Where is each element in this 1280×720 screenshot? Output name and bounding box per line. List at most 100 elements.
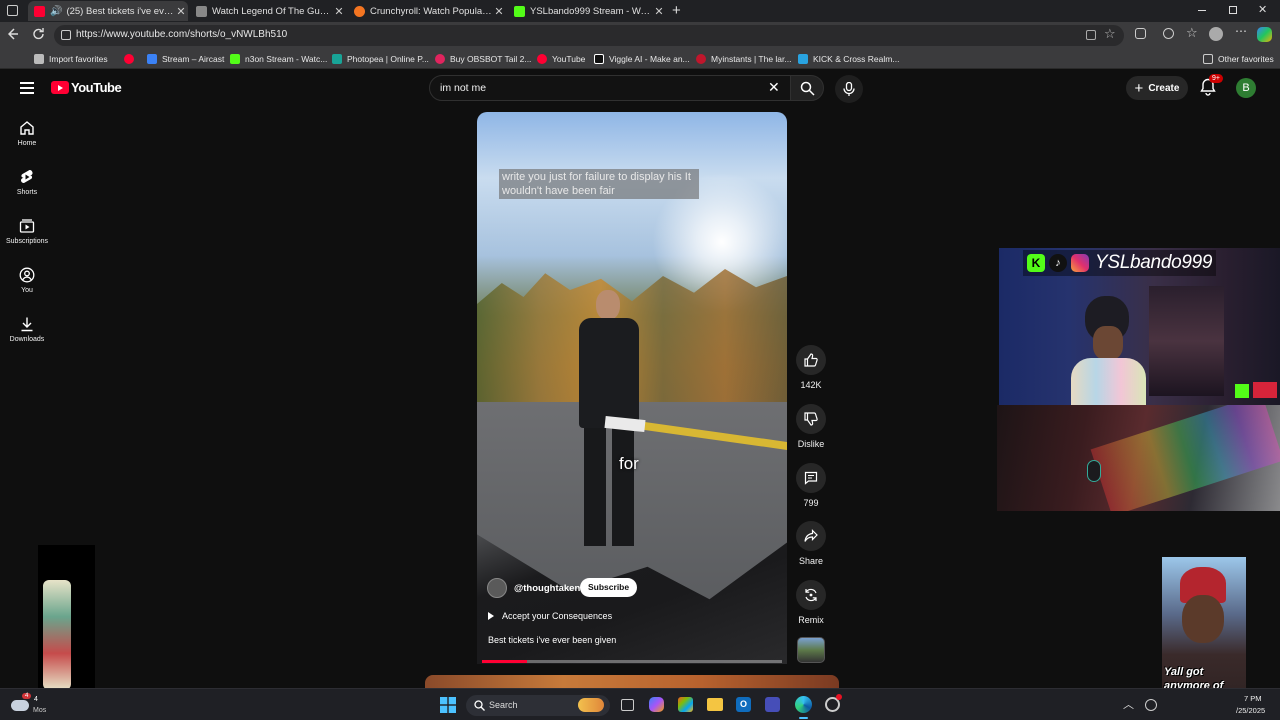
obsbot-favicon-icon <box>435 54 445 64</box>
new-tab-button[interactable]: + <box>672 2 681 19</box>
search-button[interactable] <box>790 75 824 101</box>
tab-legend-guardians[interactable]: Watch Legend Of The Guardians: ✕ <box>190 1 346 21</box>
kick-favicon-icon <box>514 5 525 17</box>
minimize-button[interactable] <box>1198 4 1208 16</box>
keyboard-rgb <box>1090 405 1280 511</box>
sound-link[interactable]: Accept your Consequences <box>488 611 612 621</box>
instagram-logo-icon <box>1071 254 1089 272</box>
dislike-button[interactable] <box>796 404 826 434</box>
channel-name[interactable]: @thoughtaken <box>514 583 580 594</box>
caption-top: write you just for failure to display hi… <box>499 169 699 199</box>
account-avatar[interactable]: B <box>1236 78 1256 98</box>
favorite-aircast[interactable]: Stream – Aircast <box>147 52 224 66</box>
microphone-icon <box>843 82 855 96</box>
notifications-button[interactable]: 9+ <box>1200 74 1223 98</box>
tab-kick-stream[interactable]: YSLbando999 Stream - Watch Liv ✕ <box>508 1 666 21</box>
favorite-viggle[interactable]: Viggle AI - Make an... <box>594 52 690 66</box>
like-button[interactable] <box>796 345 826 375</box>
taskbar-search[interactable]: Search <box>466 695 610 716</box>
more-menu-icon[interactable]: ⋯ <box>1235 24 1247 38</box>
channel-avatar[interactable] <box>487 578 507 598</box>
favorite-youtube[interactable]: YouTube <box>537 52 585 66</box>
favorite-star-icon[interactable]: ☆ <box>1104 26 1116 42</box>
search-input[interactable]: im not me <box>440 82 486 94</box>
clock-time[interactable]: 7 PM <box>1244 694 1262 703</box>
next-short-peek[interactable] <box>425 675 839 688</box>
tab-actions-icon[interactable] <box>7 5 18 16</box>
favorites-icon[interactable]: ☆ <box>1186 25 1198 41</box>
kick-watermark-icon <box>1235 384 1249 398</box>
browser-essentials-icon[interactable] <box>1163 28 1174 39</box>
shorts-video-player[interactable]: write you just for failure to display hi… <box>477 112 787 664</box>
search-highlight-icon <box>578 698 604 712</box>
favorite-photopea[interactable]: Photopea | Online P... <box>332 52 429 66</box>
task-view-icon[interactable] <box>621 699 634 711</box>
profile-avatar-icon[interactable] <box>1209 27 1223 41</box>
close-tab-icon[interactable]: ✕ <box>652 5 666 18</box>
copilot-icon[interactable] <box>1257 27 1272 42</box>
network-icon[interactable] <box>1145 699 1157 711</box>
file-explorer-icon[interactable] <box>707 698 723 711</box>
subscribe-button[interactable]: Subscribe <box>580 578 638 597</box>
like-count: 142K <box>800 380 822 390</box>
youtube-favicon-icon <box>537 54 547 64</box>
tab-crunchyroll[interactable]: Crunchyroll: Watch Popular Anim ✕ <box>348 1 506 21</box>
youtube-favicon-icon <box>34 5 45 17</box>
copilot-taskbar-icon[interactable] <box>649 697 664 712</box>
favorite-youtube-icon-only[interactable] <box>124 52 139 66</box>
back-icon[interactable] <box>8 27 20 41</box>
browser-tab-bar: 🔊 (25) Best tickets i've ever been ✕ Wat… <box>0 0 1280 22</box>
voice-search-button[interactable] <box>835 75 863 103</box>
close-tab-icon[interactable]: ✕ <box>174 5 188 18</box>
tab-title: YSLbando999 Stream - Watch Liv <box>530 5 652 17</box>
remix-button[interactable] <box>796 580 826 610</box>
share-button[interactable] <box>796 521 826 551</box>
share-arrow-icon <box>804 529 818 542</box>
nav-shorts[interactable]: Shorts <box>0 169 54 215</box>
home-icon <box>20 121 34 135</box>
comments-button[interactable] <box>796 463 826 493</box>
remix-icon <box>805 588 817 602</box>
show-hidden-icons[interactable]: ︿ <box>1123 696 1134 712</box>
youtube-logo[interactable]: YouTube <box>51 80 122 95</box>
progress-track[interactable] <box>482 660 782 663</box>
favorite-obsbot[interactable]: Buy OBSBOT Tail 2... <box>435 52 531 66</box>
thumbs-down-icon <box>804 412 818 426</box>
favorite-n3on[interactable]: n3on Stream - Watc... <box>230 52 327 66</box>
nav-subscriptions[interactable]: Subscriptions <box>0 218 54 264</box>
app-available-icon[interactable] <box>1086 30 1096 40</box>
extensions-icon[interactable] <box>1135 28 1146 39</box>
tab-youtube-shorts[interactable]: 🔊 (25) Best tickets i've ever been ✕ <box>28 1 188 21</box>
nav-downloads[interactable]: Downloads <box>0 316 54 362</box>
clear-search-icon[interactable]: ✕ <box>768 79 780 96</box>
other-favorites[interactable]: Other favorites <box>1203 52 1274 66</box>
outlook-icon[interactable]: O <box>736 697 751 712</box>
maximize-button[interactable] <box>1229 6 1237 14</box>
sound-thumbnail[interactable] <box>797 637 825 663</box>
favorite-import[interactable]: Import favorites <box>34 52 108 66</box>
close-window-button[interactable]: ✕ <box>1258 3 1267 16</box>
create-button[interactable]: + Create <box>1126 76 1188 100</box>
edge-active-indicator <box>799 717 808 719</box>
close-tab-icon[interactable]: ✕ <box>492 5 506 18</box>
social-handle-banner: K ♪ YSLbando999 <box>1023 250 1217 276</box>
nav-you[interactable]: You <box>0 267 54 313</box>
hamburger-menu-icon[interactable] <box>20 82 34 94</box>
site-info-icon[interactable] <box>61 30 71 40</box>
speaker-icon[interactable]: 🔊 <box>50 6 62 17</box>
edge-icon[interactable] <box>795 696 812 713</box>
close-tab-icon[interactable]: ✕ <box>332 5 346 18</box>
clock-date[interactable]: /25/2025 <box>1236 706 1265 715</box>
refresh-icon[interactable] <box>32 27 45 41</box>
search-box[interactable]: im not me ✕ <box>429 75 791 101</box>
favorite-kick-cross[interactable]: KICK & Cross Realm... <box>798 52 899 66</box>
nav-home[interactable]: Home <box>0 120 54 166</box>
start-button[interactable] <box>440 697 456 713</box>
store-icon[interactable] <box>678 697 693 712</box>
chrome-icon[interactable] <box>825 694 842 712</box>
address-bar[interactable]: https://www.youtube.com/shorts/o_vNWLBh5… <box>54 25 1124 46</box>
tiktok-logo-icon: ♪ <box>1049 254 1067 272</box>
teams-icon[interactable] <box>765 697 780 712</box>
favorite-myinstants[interactable]: Myinstants | The lar... <box>696 52 791 66</box>
weather-widget[interactable]: 4 4 Mos <box>8 693 48 719</box>
